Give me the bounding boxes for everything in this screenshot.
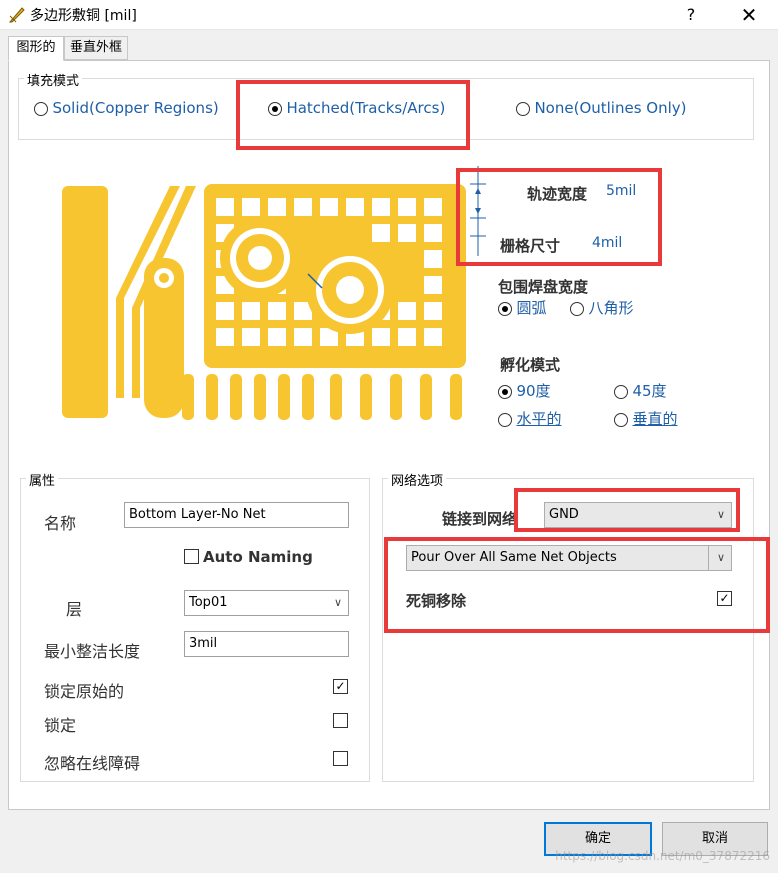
help-button[interactable]: ?: [676, 2, 706, 28]
auto-naming-label: Auto Naming: [203, 548, 313, 566]
ignore-drc-checkbox[interactable]: [333, 751, 348, 766]
surround-arc-label: 圆弧: [516, 299, 547, 317]
surround-arc-option[interactable]: 圆弧: [498, 297, 546, 318]
locked-checkbox[interactable]: [333, 713, 348, 728]
hatch-vertical-label: 垂直的: [632, 410, 678, 428]
annotation-highlight-fill-mode: [236, 80, 470, 150]
hatch-horizontal-radio[interactable]: [498, 413, 512, 427]
hatch-90-option[interactable]: 90度: [498, 380, 551, 401]
hatch-45-label: 45度: [632, 382, 667, 400]
hatch-90-radio[interactable]: [498, 385, 512, 399]
app-icon: [8, 7, 25, 23]
tab-graphics[interactable]: 图形的: [8, 36, 64, 61]
name-field[interactable]: Bottom Layer-No Net: [124, 502, 349, 528]
annotation-highlight-hatch-size: [456, 168, 662, 266]
layer-label: 层: [66, 600, 83, 619]
fill-solid-radio[interactable]: [34, 102, 48, 116]
properties-label: 属性: [26, 470, 59, 489]
hatch-horizontal-option[interactable]: 水平的: [498, 408, 561, 429]
close-button[interactable]: ✕: [731, 2, 767, 28]
hatch-45-option[interactable]: 45度: [614, 380, 667, 401]
fill-none-label: None(Outlines Only): [534, 99, 687, 117]
hatch-90-label: 90度: [516, 382, 551, 400]
min-length-label: 最小整洁长度: [44, 642, 141, 661]
hatch-45-radio[interactable]: [614, 385, 628, 399]
hatch-vertical-radio[interactable]: [614, 413, 628, 427]
fill-solid-label: Solid(Copper Regions): [52, 99, 219, 117]
ignore-drc-label: 忽略在线障碍: [44, 754, 141, 773]
lock-primitives-checkbox[interactable]: ✓: [333, 679, 348, 694]
window-title: 多边形敷铜 [mil]: [30, 8, 137, 24]
layer-select-value: Top01: [189, 595, 228, 610]
fill-solid-option[interactable]: Solid(Copper Regions): [34, 99, 219, 117]
net-options-label: 网络选项: [388, 470, 447, 489]
pad-surround-label: 包围焊盘宽度: [498, 278, 589, 296]
surround-octagon-label: 八角形: [588, 299, 634, 317]
hatch-mode-label: 孵化模式: [500, 356, 561, 374]
surround-octagon-option[interactable]: 八角形: [570, 297, 633, 318]
fill-none-option[interactable]: None(Outlines Only): [516, 99, 687, 117]
hatch-vertical-option[interactable]: 垂直的: [614, 408, 677, 429]
auto-naming-checkbox[interactable]: [184, 549, 199, 564]
chevron-down-icon: ∨: [333, 596, 342, 609]
surround-octagon-radio[interactable]: [570, 302, 584, 316]
hatch-horizontal-label: 水平的: [516, 410, 562, 428]
hatch-preview-illustration: [62, 184, 466, 420]
fill-mode-label: 填充模式: [24, 70, 83, 89]
layer-select[interactable]: Top01 ∨: [184, 590, 349, 616]
tab-vertical-outline[interactable]: 垂直外框: [64, 36, 128, 60]
annotation-highlight-net: [514, 488, 740, 532]
fill-none-radio[interactable]: [516, 102, 530, 116]
connect-to-net-label: 链接到网络: [442, 510, 518, 528]
watermark: https://blog.csdn.net/m0_37872216: [555, 849, 770, 863]
surround-arc-radio[interactable]: [498, 302, 512, 316]
title-bar: 多边形敷铜 [mil] ? ✕: [0, 0, 778, 30]
annotation-highlight-pour-options: [384, 537, 770, 633]
lock-primitives-label: 锁定原始的: [44, 682, 125, 701]
name-label: 名称: [44, 514, 77, 533]
min-length-field[interactable]: 3mil: [184, 631, 349, 657]
locked-label: 锁定: [44, 716, 77, 735]
